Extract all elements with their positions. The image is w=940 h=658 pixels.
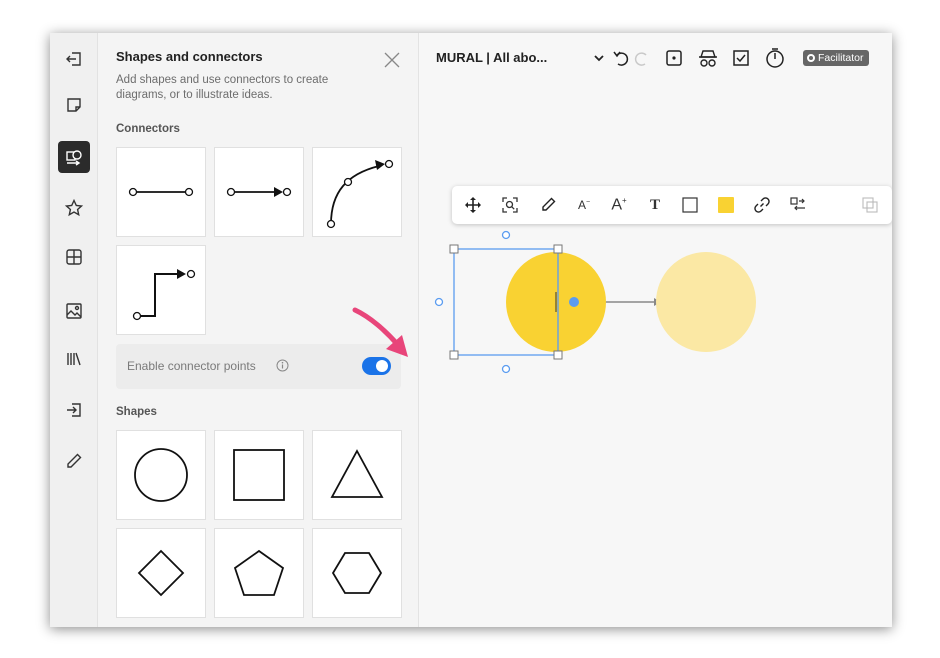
panel-title: Shapes and connectors [116,49,263,64]
connector-point-active [569,297,579,307]
shape-hexagon[interactable] [312,528,402,618]
info-icon[interactable] [274,357,290,373]
connector-point [434,297,444,307]
resize-handle [449,244,459,254]
straight-line-connector[interactable] [116,147,206,237]
connector-points-label: Enable connector points [127,359,256,373]
board-canvas[interactable]: MURAL | All abo... Facilitator A− A+ T [420,33,892,627]
close-button[interactable] [381,49,403,71]
grid-icon[interactable] [58,241,90,273]
shape-diamond[interactable] [116,528,206,618]
panel-description: Add shapes and use connectors to create … [116,74,329,101]
arrow-connector[interactable] [214,147,304,237]
shape-circle[interactable] [116,430,206,520]
shape-square[interactable] [214,430,304,520]
shape-pentagon[interactable] [214,528,304,618]
pencil-icon[interactable] [58,445,90,477]
connectors-label: Connectors [116,123,180,135]
resize-handle [553,350,563,360]
toggle-knob [376,360,388,372]
star-icon[interactable] [58,192,90,224]
resize-handle [449,350,459,360]
shapes-icon[interactable] [58,141,90,173]
collapse-icon[interactable] [58,43,90,75]
sticky-note-icon[interactable] [58,89,90,121]
curved-connector[interactable] [312,147,402,237]
connector-point [501,230,511,240]
import-icon[interactable] [58,394,90,426]
app-window: Shapes and connectors Add shapes and use… [50,33,892,627]
connector-point [501,364,511,374]
shapes-label: Shapes [116,406,157,418]
annotation-arrow-icon [352,307,408,357]
target-circle-shape [656,252,756,352]
image-icon[interactable] [58,295,90,327]
elbow-connector[interactable] [116,245,206,335]
resize-handle [553,244,563,254]
close-icon [384,52,400,68]
shapes-panel: Shapes and connectors Add shapes and use… [98,33,419,627]
board-shapes [434,230,756,374]
library-icon[interactable] [58,343,90,375]
shape-triangle[interactable] [312,430,402,520]
left-rail [50,33,98,627]
